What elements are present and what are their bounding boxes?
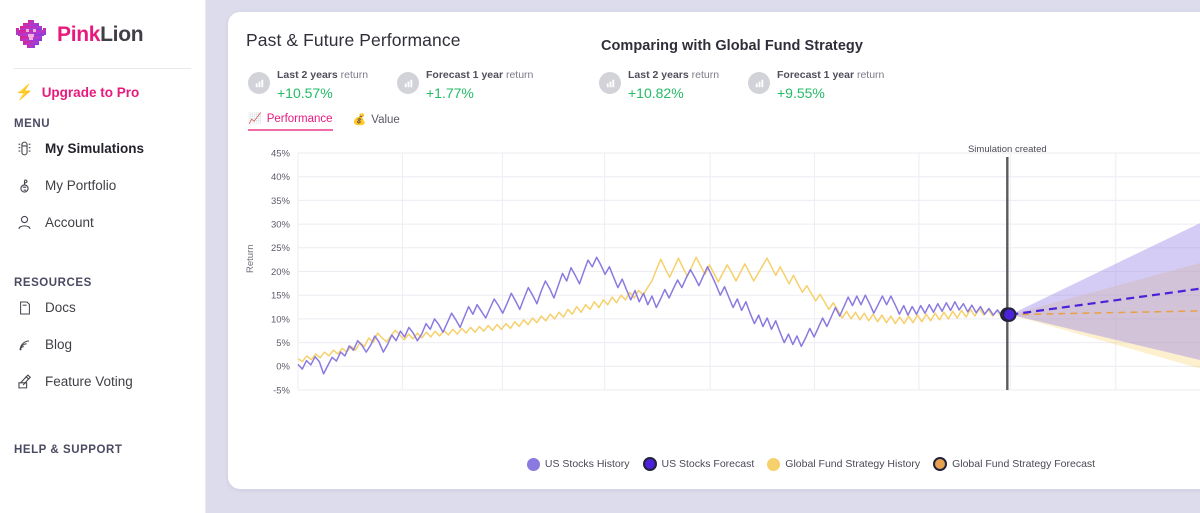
tab-label: Performance [266,113,333,125]
y-axis-tick: 35% [271,196,291,207]
tab-value[interactable]: 💰 Value [353,113,400,131]
upgrade-label: Upgrade to Pro [41,85,140,100]
stat-label: Last 2 years return [277,69,369,81]
legend-label: Global Fund Strategy Forecast [952,458,1096,470]
sidebar-item-label: My Simulations [45,141,145,156]
chart-tabs: 📈 Performance 💰 Value [246,113,1200,131]
brand-logo[interactable]: PinkLion [0,0,205,52]
chart-legend: US Stocks History US Stocks Forecast Glo… [246,457,1200,471]
legend-label: US Stocks History [544,458,630,470]
brand-name-second: Lion [100,23,144,46]
sidebar-item-label: Feature Voting [45,374,133,389]
y-axis-tick: 5% [276,338,290,349]
chart-bar-icon [397,72,419,95]
bolt-icon: ⚡ [15,84,34,101]
ballot-box-icon [15,372,34,391]
sidebar-item-my-portfolio[interactable]: My Portfolio [0,167,205,204]
performance-chart: Return 45% 40% 35% 30% 25% 20% 15% 10% 5% 0% -5% Si… [245,145,1200,445]
stat-value: +10.57% [277,84,333,101]
legend-label: US Stocks Forecast [661,458,755,470]
stat-forecast-1-year-return-benchmark: Forecast 1 year return +9.55% [748,65,884,101]
sidebar-item-label: Account [45,215,94,230]
main-area: Past & Future Performance Comparing with… [206,0,1200,513]
sidebar-item-my-simulations[interactable]: My Simulations [0,130,205,167]
legend-swatch [642,457,657,471]
legend-swatch [767,457,781,471]
legend-item-global-fund-strategy-history[interactable]: Global Fund Strategy History [767,457,921,471]
sidebar-item-label: Docs [45,300,76,315]
stat-label: Forecast 1 year return [426,69,534,81]
legend-item-global-fund-strategy-forecast[interactable]: Global Fund Strategy Forecast [933,457,1095,471]
tab-performance[interactable]: 📈 Performance [248,113,333,131]
stats-row: Last 2 years return +10.57% Forecast 1 y… [246,65,1200,111]
sidebar-item-feature-voting[interactable]: Feature Voting [0,363,205,400]
stat-last-2-years-return-benchmark: Last 2 years return +10.82% [599,65,719,101]
help-support-label: HELP & SUPPORT [14,444,123,456]
y-axis-tick: 15% [271,291,291,302]
resources-section-label: RESOURCES [14,277,92,289]
menu-section-label: MENU [14,118,51,130]
stat-last-2-years-return-portfolio: Last 2 years return +10.57% [248,65,368,101]
stat-value: +1.77% [426,84,474,101]
y-axis-tick: -5% [273,385,290,396]
y-axis-tick: 0% [276,362,290,373]
y-axis-tick: 10% [271,314,291,325]
portfolio-icon [15,176,34,195]
y-axis-tick: 25% [271,243,291,254]
compare-title: Comparing with Global Fund Strategy [601,38,863,54]
performance-card: Past & Future Performance Comparing with… [228,12,1200,489]
stat-forecast-1-year-return-portfolio: Forecast 1 year return +1.77% [397,65,533,101]
upgrade-to-pro-link[interactable]: ⚡ Upgrade to Pro [0,69,205,100]
stat-value: +10.82% [628,84,684,101]
sidebar-item-docs[interactable]: Docs [0,289,205,326]
y-axis-tick: 40% [271,172,291,183]
stat-label: Last 2 years return [628,69,720,81]
tab-label: Value [371,114,400,126]
simulation-created-annotation: Simulation created [968,145,1047,155]
lion-logo-icon [14,18,48,52]
y-axis-tick: 30% [271,220,291,231]
sidebar: PinkLion ⚡ Upgrade to Pro MENU My Simula… [0,0,206,513]
stat-value: +9.55% [777,84,825,101]
rss-icon [15,335,34,354]
brand-name: PinkLion [57,23,144,47]
test-tube-icon [15,139,34,158]
stat-label: Forecast 1 year return [777,69,885,81]
legend-label: Global Fund Strategy History [785,458,921,470]
chart-bar-icon [748,72,770,95]
legend-item-us-stocks-history[interactable]: US Stocks History [526,457,630,471]
legend-item-us-stocks-forecast[interactable]: US Stocks Forecast [642,457,755,471]
money-bag-icon: 💰 [352,113,367,126]
line-chart-icon: 📈 [248,112,262,125]
sidebar-item-label: Blog [45,337,73,352]
y-axis-tick: 45% [271,148,291,159]
chart-bar-icon [248,72,270,95]
user-icon [15,213,34,232]
sidebar-item-account[interactable]: Account [0,204,205,241]
brand-name-first: Pink [57,23,101,46]
sidebar-item-blog[interactable]: Blog [0,326,205,363]
series-line [297,256,1011,363]
y-axis-tick: 20% [271,267,291,278]
y-axis-label: Return [245,244,256,273]
chart-bar-icon [599,72,621,95]
sidebar-item-label: My Portfolio [45,178,117,193]
legend-swatch [526,457,540,471]
document-icon [15,298,34,317]
legend-swatch [933,457,948,471]
chart-canvas[interactable]: 45% 40% 35% 30% 25% 20% 15% 10% 5% 0% -5% Simulatio… [246,145,1200,415]
